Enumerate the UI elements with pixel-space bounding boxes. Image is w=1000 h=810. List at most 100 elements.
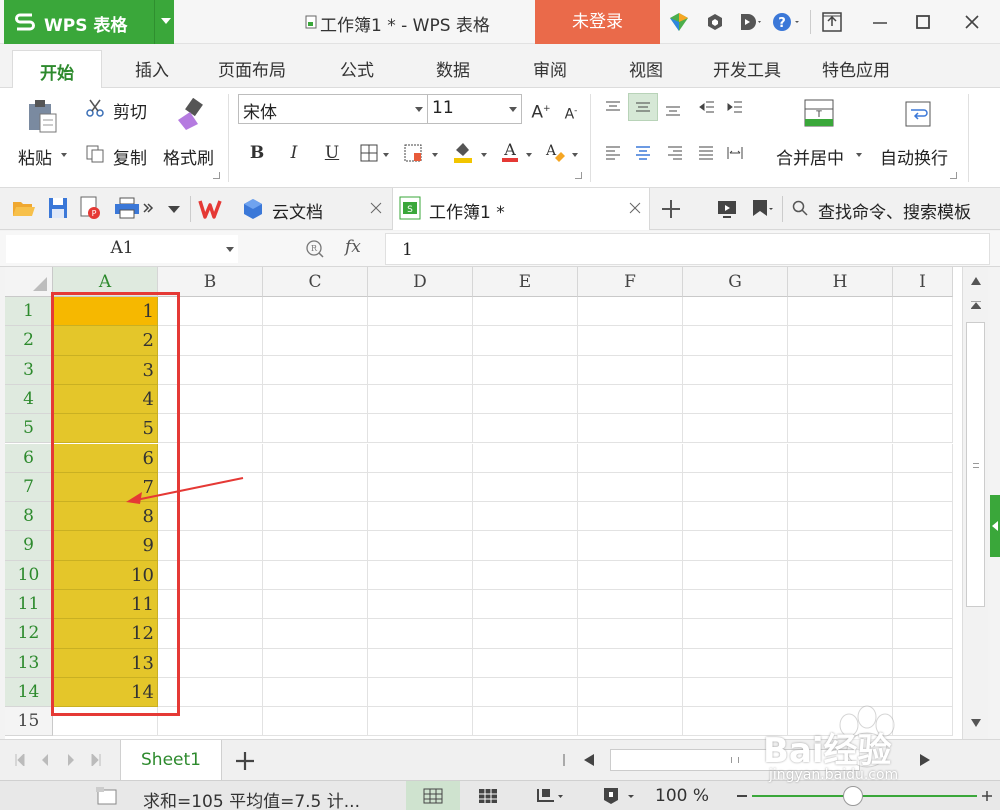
cell-c11[interactable] <box>263 590 368 620</box>
cube-icon[interactable] <box>705 12 725 32</box>
cell-h4[interactable] <box>788 384 893 415</box>
column-header-c[interactable]: C <box>263 267 368 297</box>
italic-button[interactable]: I <box>283 142 305 164</box>
align-right-icon[interactable] <box>666 144 684 162</box>
cell-h9[interactable] <box>788 531 893 561</box>
align-middle-button[interactable] <box>628 93 658 121</box>
scroll-down-icon[interactable] <box>971 719 981 727</box>
cell-c3[interactable] <box>263 355 368 385</box>
add-sheet-icon[interactable] <box>234 750 256 772</box>
row-header-11[interactable]: 11 <box>5 590 53 620</box>
cell-d1[interactable] <box>368 297 473 327</box>
cell-c1[interactable] <box>263 297 368 327</box>
scroll-left-icon[interactable] <box>584 754 594 766</box>
cell-f2[interactable] <box>578 326 683 356</box>
chevron-down-icon[interactable] <box>856 153 862 157</box>
row-header-14[interactable]: 14 <box>5 677 53 708</box>
cell-i5[interactable] <box>893 414 953 444</box>
cell-e4[interactable] <box>473 384 578 415</box>
search-icon[interactable] <box>792 200 808 216</box>
sheet-nav-icon[interactable] <box>14 754 110 766</box>
font-name-select[interactable]: 宋体 <box>238 94 428 124</box>
cell-d15[interactable] <box>368 707 473 737</box>
row-header-8[interactable]: 8 <box>5 502 53 532</box>
cell-f8[interactable] <box>578 502 683 532</box>
selection-summary[interactable]: 求和=105 平均值=7.5 计... <box>143 787 360 810</box>
cell-f12[interactable] <box>578 619 683 649</box>
paste-icon[interactable] <box>26 98 60 134</box>
cell-f14[interactable] <box>578 677 683 708</box>
fill-color-icon[interactable] <box>452 140 474 164</box>
row-header-1[interactable]: 1 <box>5 297 53 327</box>
print-icon[interactable] <box>114 197 140 219</box>
format-painter-button[interactable]: 格式刷 <box>163 144 214 169</box>
borders-icon[interactable] <box>360 144 378 162</box>
cell-i10[interactable] <box>893 560 953 590</box>
cell-g7[interactable] <box>683 472 788 503</box>
row-header-4[interactable]: 4 <box>5 384 53 415</box>
cell-i6[interactable] <box>893 443 953 473</box>
cell-c5[interactable] <box>263 414 368 444</box>
copy-icon[interactable] <box>86 145 104 163</box>
open-folder-icon[interactable] <box>12 198 36 218</box>
cell-h2[interactable] <box>788 326 893 356</box>
tab-developer[interactable]: 开发工具 <box>713 56 781 81</box>
scroll-thumb[interactable] <box>966 322 985 607</box>
page-layout-view-icon[interactable] <box>535 786 565 806</box>
cell-g10[interactable] <box>683 560 788 590</box>
scissors-icon[interactable] <box>86 99 104 117</box>
tab-home[interactable]: 开始 <box>12 50 102 89</box>
cell-d13[interactable] <box>368 648 473 678</box>
font-color-icon[interactable]: A <box>500 140 520 164</box>
cell-f9[interactable] <box>578 531 683 561</box>
cell-h13[interactable] <box>788 648 893 678</box>
cell-i1[interactable] <box>893 297 953 327</box>
cell-h5[interactable] <box>788 414 893 444</box>
splitter-icon[interactable] <box>563 754 565 766</box>
clear-format-icon[interactable]: A <box>543 140 567 164</box>
login-button[interactable]: 未登录 <box>535 0 660 44</box>
row-header-2[interactable]: 2 <box>5 326 53 356</box>
bookmark-icon[interactable] <box>750 198 774 220</box>
column-header-f[interactable]: F <box>578 267 683 297</box>
cell-h1[interactable] <box>788 297 893 327</box>
underline-button[interactable]: U <box>321 142 343 164</box>
column-header-e[interactable]: E <box>473 267 578 297</box>
export-pdf-icon[interactable]: P <box>80 196 102 220</box>
name-box[interactable]: A1 <box>6 235 238 263</box>
cell-g9[interactable] <box>683 531 788 561</box>
cell-f10[interactable] <box>578 560 683 590</box>
cell-d12[interactable] <box>368 619 473 649</box>
group-launcher-icon[interactable] <box>575 172 582 179</box>
row-header-3[interactable]: 3 <box>5 355 53 385</box>
cell-g1[interactable] <box>683 297 788 327</box>
chevron-down-icon[interactable] <box>383 153 389 157</box>
column-header-i[interactable]: I <box>893 267 953 297</box>
row-header-6[interactable]: 6 <box>5 443 53 473</box>
cell-g4[interactable] <box>683 384 788 415</box>
skin-icon[interactable] <box>669 12 689 32</box>
cloud-docs-icon[interactable] <box>242 197 264 221</box>
cloud-docs-tab[interactable]: 云文档 <box>272 198 323 223</box>
close-icon[interactable] <box>960 10 984 34</box>
workbook-tab[interactable]: S 工作簿1 * <box>392 188 650 230</box>
align-bottom-icon[interactable] <box>664 99 682 117</box>
chevron-down-icon[interactable] <box>226 247 234 252</box>
app-menu-button[interactable]: WPS 表格 <box>4 0 174 44</box>
chevron-down-icon[interactable] <box>572 153 578 157</box>
cell-e8[interactable] <box>473 502 578 532</box>
cell-f6[interactable] <box>578 443 683 473</box>
chevron-down-icon[interactable] <box>481 153 487 157</box>
zoom-in-icon[interactable] <box>982 791 992 801</box>
chevron-down-icon[interactable] <box>161 18 171 24</box>
cell-h11[interactable] <box>788 590 893 620</box>
cell-f5[interactable] <box>578 414 683 444</box>
scroll-top-icon[interactable] <box>971 301 981 309</box>
cell-d2[interactable] <box>368 326 473 356</box>
row-header-10[interactable]: 10 <box>5 560 53 590</box>
vertical-scrollbar[interactable] <box>962 267 988 739</box>
cell-c2[interactable] <box>263 326 368 356</box>
cell-i11[interactable] <box>893 590 953 620</box>
format-painter-icon[interactable] <box>176 98 206 132</box>
minimize-icon[interactable] <box>868 10 892 34</box>
